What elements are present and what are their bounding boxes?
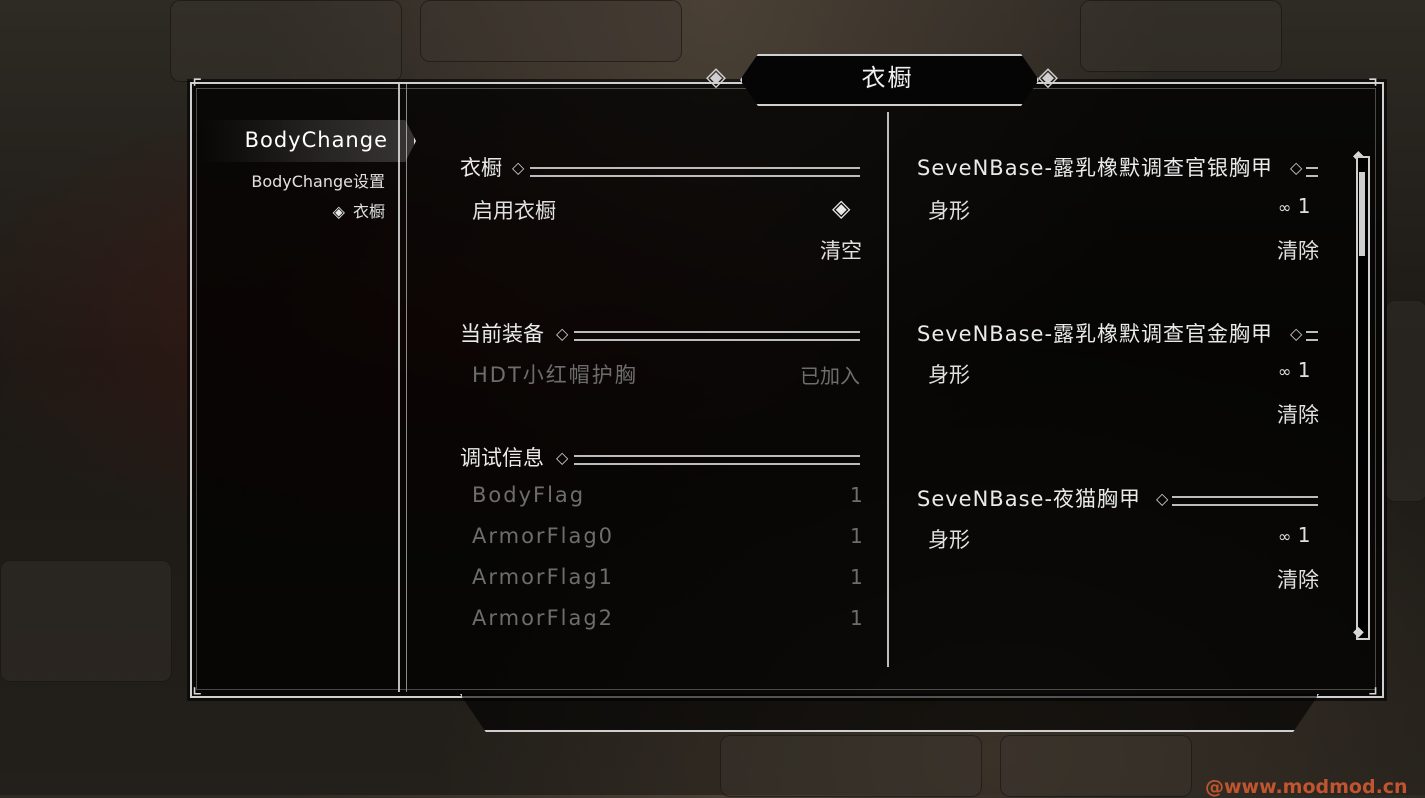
- title-right-ornament-icon: ◈: [1038, 62, 1058, 92]
- header-ornament-icon: ◇: [556, 324, 569, 343]
- bottom-plate: [460, 694, 1319, 732]
- debug-row-label: BodyFlag: [472, 483, 586, 507]
- background-stone: [720, 735, 982, 797]
- armor-header: SeveNBase-露乳橡默调查官金胸甲: [917, 322, 1274, 346]
- debug-row-label: ArmorFlag2: [472, 606, 615, 630]
- equipment-item-status: 已加入: [800, 364, 860, 388]
- enable-wardrobe-toggle-icon[interactable]: ◈: [832, 194, 850, 222]
- title-left-ornament-icon: ◈: [706, 62, 726, 92]
- selected-diamond-icon: ◈: [332, 202, 345, 221]
- sidebar-item-label: BodyChange: [244, 128, 388, 152]
- background-stone: [0, 560, 172, 682]
- column-divider: [887, 112, 889, 667]
- corner-ornament-icon: ⌝: [1367, 76, 1379, 101]
- enable-wardrobe-option[interactable]: 启用衣橱: [472, 195, 556, 225]
- header-ornament-icon: ◇: [1290, 324, 1303, 343]
- header-ornament-icon: ◇: [556, 448, 569, 467]
- armor-body-value[interactable]: ∞ 1: [1278, 358, 1310, 382]
- header-ornament-icon: ◇: [512, 158, 525, 177]
- sidebar-divider: [398, 84, 407, 692]
- sidebar-item-bodychange-settings[interactable]: BodyChange设置: [251, 168, 385, 192]
- armor-header: SeveNBase-露乳橡默调查官银胸甲: [917, 156, 1274, 180]
- armor-remove-button[interactable]: 清除: [1277, 399, 1319, 429]
- menu-title: 衣橱: [861, 64, 914, 92]
- debug-row-value: 1: [850, 483, 863, 507]
- armor-remove-button[interactable]: 清除: [1277, 564, 1319, 594]
- debug-row-value: 1: [850, 565, 863, 589]
- armor-remove-button[interactable]: 清除: [1277, 235, 1319, 265]
- background-stone: [170, 0, 402, 82]
- background-stone: [1385, 300, 1425, 502]
- corner-ornament-icon: ⌟: [1367, 674, 1379, 699]
- header-rule: [1306, 167, 1318, 177]
- equipment-item-name: HDT小红帽护胸: [472, 363, 638, 387]
- sidebar-item-bodychange[interactable]: BodyChange: [200, 120, 416, 162]
- scrollbar-thumb[interactable]: [1359, 172, 1365, 256]
- wardrobe-header: 衣橱: [460, 156, 502, 180]
- header-rule: [574, 455, 860, 465]
- background-stone: [1080, 0, 1282, 72]
- header-rule: [1172, 496, 1318, 506]
- debug-header: 调试信息: [460, 446, 544, 470]
- armor-body-option[interactable]: 身形: [928, 195, 970, 225]
- debug-row-value: 1: [850, 524, 863, 548]
- scroll-down-icon[interactable]: ◆: [1353, 624, 1364, 640]
- header-ornament-icon: ◇: [1156, 489, 1169, 508]
- corner-ornament-icon: ⌞: [191, 674, 203, 699]
- armor-body-value[interactable]: ∞ 1: [1278, 523, 1310, 547]
- armor-body-option[interactable]: 身形: [928, 359, 970, 389]
- debug-row-value: 1: [850, 606, 863, 630]
- sidebar-item-wardrobe[interactable]: ◈ 衣橱: [333, 198, 385, 222]
- clear-wardrobe-button[interactable]: 清空: [820, 235, 862, 265]
- background-stone: [420, 0, 682, 62]
- armor-header: SeveNBase-夜猫胸甲: [917, 487, 1142, 511]
- header-ornament-icon: ◇: [1290, 158, 1303, 177]
- debug-row-label: ArmorFlag1: [472, 565, 615, 589]
- sidebar-item-label: 衣橱: [352, 202, 385, 221]
- link-icon: ∞: [1278, 198, 1292, 217]
- corner-ornament-icon: ⌜: [191, 76, 203, 101]
- header-rule: [574, 331, 860, 341]
- background-stone: [1000, 735, 1192, 797]
- header-rule: [1306, 331, 1318, 341]
- armor-body-value[interactable]: ∞ 1: [1278, 194, 1310, 218]
- link-icon: ∞: [1278, 527, 1292, 546]
- link-icon: ∞: [1278, 362, 1292, 381]
- header-rule: [530, 167, 860, 177]
- debug-row-label: ArmorFlag0: [472, 524, 615, 548]
- equipment-header: 当前装备: [460, 322, 544, 346]
- armor-body-option[interactable]: 身形: [928, 524, 970, 554]
